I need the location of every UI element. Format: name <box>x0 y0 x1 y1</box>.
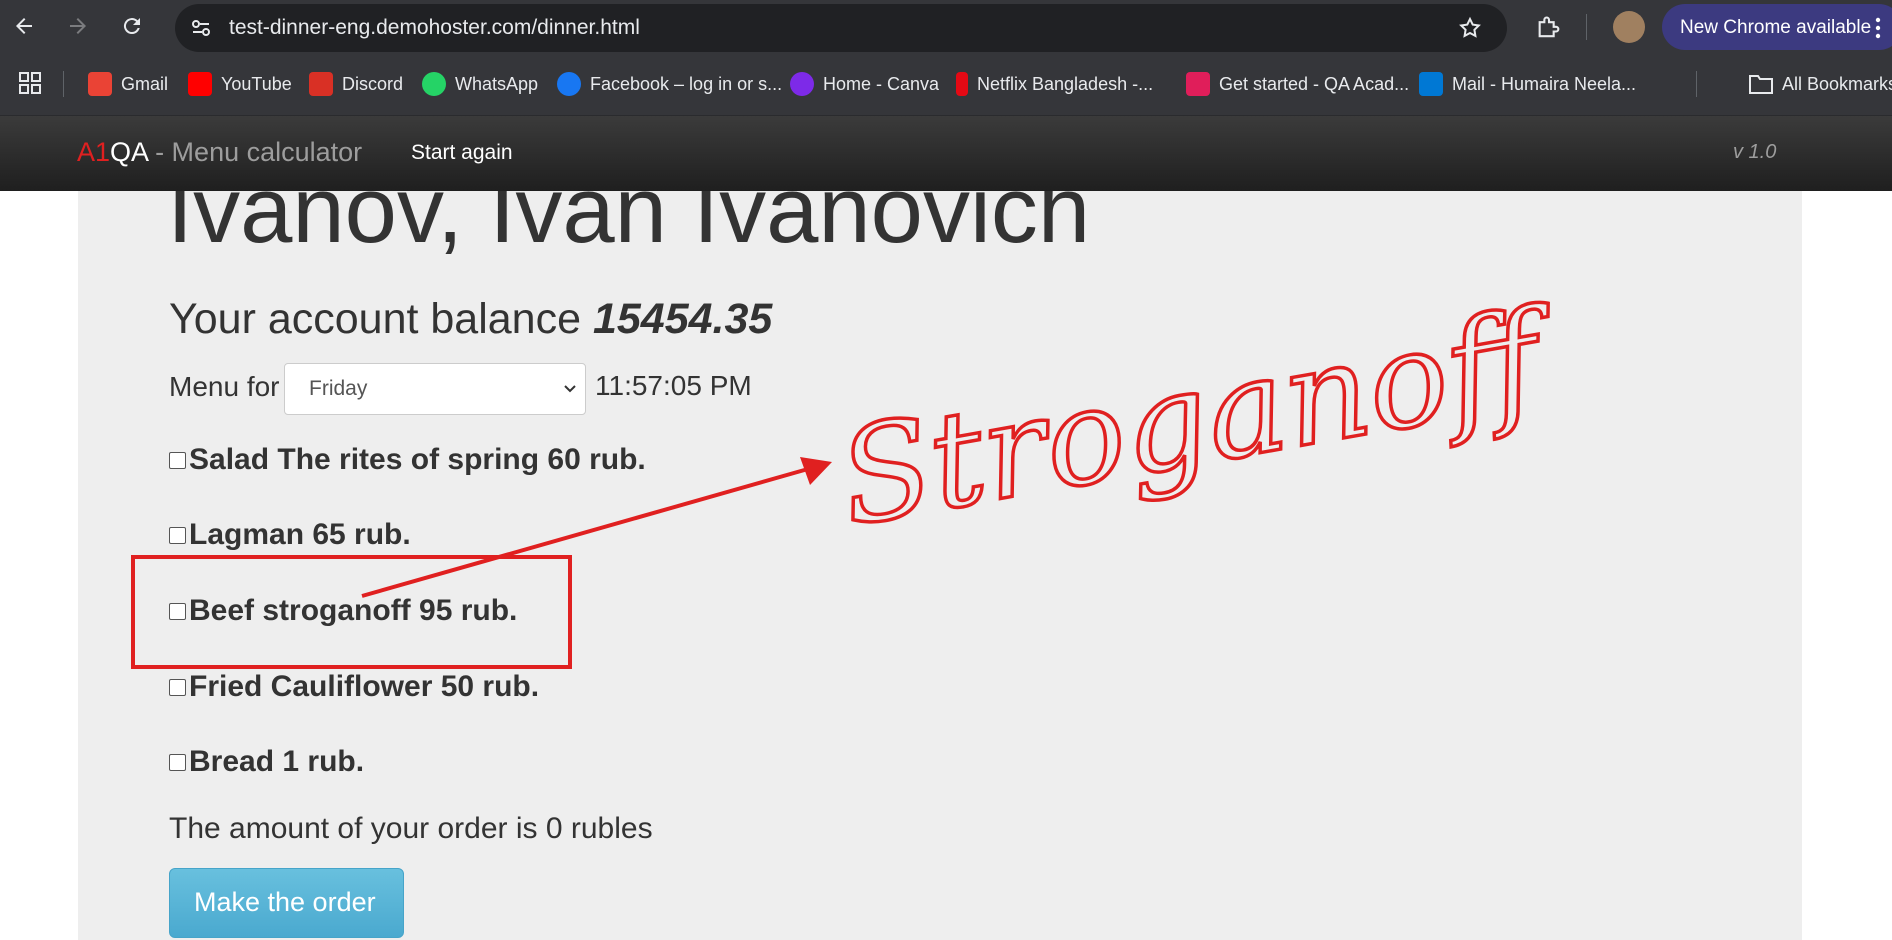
selected-day: Friday <box>309 377 368 400</box>
outlook-icon <box>1419 72 1443 96</box>
user-name-heading: Ivanov, Ivan Ivanovich <box>167 191 1091 262</box>
dish-checkbox[interactable] <box>169 753 186 771</box>
bookmarks-divider <box>63 71 64 97</box>
netflix-icon <box>956 72 968 96</box>
brand-title: - Menu calculator <box>147 137 363 167</box>
dish-label: Bread 1 rub. <box>189 745 365 778</box>
more-menu-icon <box>1875 17 1881 39</box>
bookmark-label: Netflix Bangladesh -... <box>977 73 1154 94</box>
dish-item[interactable]: Salad The rites of spring 60 rub. <box>169 443 646 477</box>
bookmark-label: Home - Canva <box>823 73 940 94</box>
dish-label: Lagman 65 rub. <box>189 518 411 551</box>
dish-item[interactable]: Beef stroganoff 95 rub. <box>169 594 517 628</box>
balance-label: Your account balance <box>169 295 593 343</box>
discord-icon <box>309 72 333 96</box>
app-navbar: A1QA - Menu calculator Start again v 1.0 <box>0 116 1892 191</box>
balance-value: 15454.35 <box>592 295 773 343</box>
bookmark-label: Discord <box>342 73 404 94</box>
bookmark-label: YouTube <box>221 73 292 94</box>
dish-checkbox[interactable] <box>169 526 186 544</box>
browser-toolbar: test-dinner-eng.demohoster.com/dinner.ht… <box>0 0 1892 55</box>
make-order-label: Make the order <box>194 887 376 917</box>
bookmarks-divider <box>1696 71 1697 97</box>
start-again-link[interactable]: Start again <box>411 141 513 165</box>
dish-checkbox[interactable] <box>169 678 186 696</box>
brand-qa: QA <box>110 137 148 167</box>
chevron-down-icon <box>564 385 576 393</box>
dish-label: Fried Cauliflower 50 rub. <box>189 670 540 703</box>
site-settings-icon <box>192 20 210 36</box>
reload-button[interactable] <box>114 8 150 44</box>
menu-for-label: Menu for <box>169 371 280 402</box>
dish-item[interactable]: Fried Cauliflower 50 rub. <box>169 670 539 704</box>
dish-label: Salad The rites of spring 60 rub. <box>189 443 646 476</box>
bookmark-facebook[interactable]: Facebook – log in or s... <box>557 69 782 99</box>
canva-icon <box>790 72 814 96</box>
profile-avatar[interactable] <box>1613 11 1645 43</box>
bookmark-outlook[interactable]: Mail - Humaira Neela... <box>1419 69 1636 99</box>
youtube-icon <box>188 72 212 96</box>
clock-time: 11:57:05 PM <box>595 370 752 401</box>
dish-checkbox[interactable] <box>169 602 186 620</box>
bookmark-slack[interactable]: Get started - QA Acad... <box>1186 69 1409 99</box>
bookmark-label: Facebook – log in or s... <box>590 73 783 94</box>
brand-a1: A1 <box>77 137 111 167</box>
bookmark-label: Get started - QA Acad... <box>1219 73 1410 94</box>
chrome-update-label: New Chrome available <box>1680 17 1872 38</box>
bookmark-canva[interactable]: Home - Canva <box>790 69 939 99</box>
address-bar[interactable]: test-dinner-eng.demohoster.com/dinner.ht… <box>175 4 1507 52</box>
dish-label: Beef stroganoff 95 rub. <box>189 594 518 627</box>
version-label: v 1.0 <box>1733 141 1777 163</box>
apps-grid-icon[interactable] <box>18 71 42 95</box>
extensions-icon[interactable] <box>1535 14 1563 42</box>
bookmark-whatsapp[interactable]: WhatsApp <box>422 69 538 99</box>
bookmark-gmail[interactable]: Gmail <box>88 69 168 99</box>
url-text[interactable]: test-dinner-eng.demohoster.com/dinner.ht… <box>229 16 640 40</box>
account-balance: Your account balance 15454.35 <box>169 295 772 344</box>
dish-item[interactable]: Lagman 65 rub. <box>169 518 411 552</box>
bookmark-label: Gmail <box>121 73 169 94</box>
order-total: The amount of your order is 0 rubles <box>169 812 653 845</box>
back-arrow-icon <box>16 18 32 34</box>
facebook-icon <box>557 72 581 96</box>
day-select[interactable]: Friday <box>284 363 586 415</box>
whatsapp-icon <box>422 72 446 96</box>
toolbar-divider <box>1586 14 1587 40</box>
bookmark-star-icon[interactable] <box>1458 16 1482 40</box>
brand-logo[interactable]: A1QA - Menu calculator <box>77 137 362 168</box>
dish-checkbox[interactable] <box>169 451 186 469</box>
forward-arrow-icon <box>70 18 86 34</box>
all-bookmarks-label: All Bookmarks <box>1782 73 1892 94</box>
bookmark-youtube[interactable]: YouTube <box>188 69 292 99</box>
gmail-icon <box>88 72 112 96</box>
all-bookmarks[interactable]: All Bookmarks <box>1748 69 1892 99</box>
make-order-button[interactable]: Make the order <box>169 868 404 938</box>
bookmark-label: WhatsApp <box>455 73 539 94</box>
chrome-update-button[interactable]: New Chrome available <box>1662 4 1892 50</box>
folder-icon <box>1749 75 1773 94</box>
bookmark-label: Mail - Humaira Neela... <box>1452 73 1637 94</box>
main-panel: Ivanov, Ivan Ivanovich Your account bala… <box>78 191 1802 940</box>
back-button[interactable] <box>6 8 42 44</box>
bookmark-discord[interactable]: Discord <box>309 69 403 99</box>
forward-button[interactable] <box>60 8 96 44</box>
bookmarks-bar: Gmail YouTube Discord WhatsApp Facebook … <box>0 55 1892 116</box>
bookmark-netflix[interactable]: Netflix Bangladesh -... <box>956 69 1153 99</box>
dish-item[interactable]: Bread 1 rub. <box>169 745 364 779</box>
reload-icon <box>123 18 140 35</box>
slack-icon <box>1186 72 1210 96</box>
